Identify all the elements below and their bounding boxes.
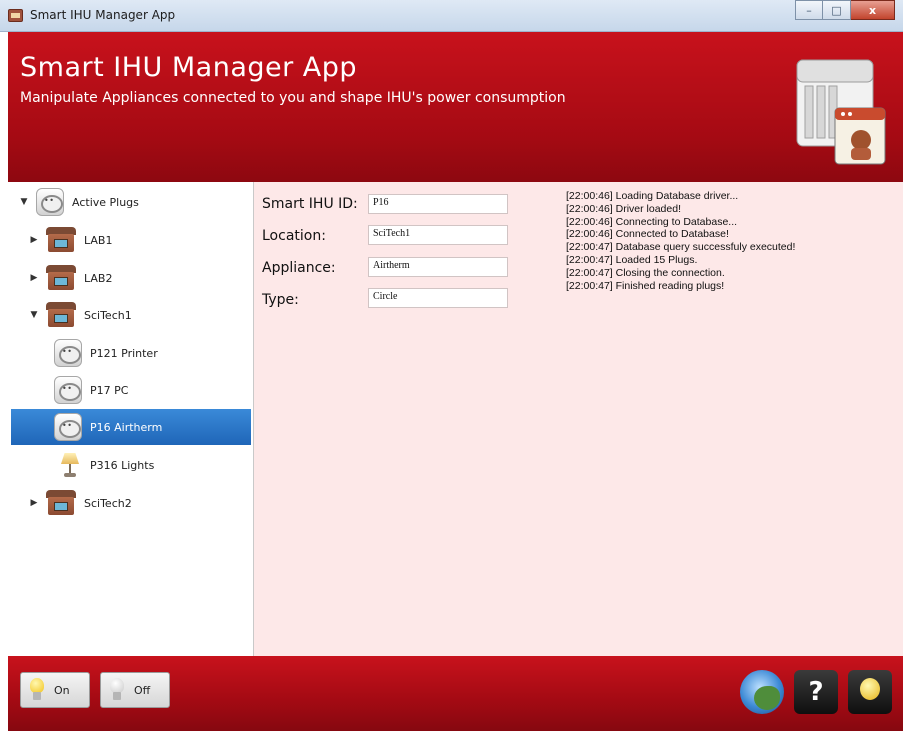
smart-ihu-id-field[interactable]: P16 [368, 194, 508, 214]
window-title: Smart IHU Manager App [30, 8, 176, 22]
tree-item-lab1[interactable]: ▶ LAB1 [28, 222, 112, 258]
log-line: [22:00:46] Driver loaded! [566, 202, 681, 215]
minimize-button[interactable]: – [795, 0, 823, 20]
building-icon [46, 490, 76, 516]
app-footer: On Off ? [8, 656, 903, 731]
building-icon [46, 302, 76, 328]
collapse-arrow-icon[interactable]: ▼ [28, 310, 40, 320]
tree-item-label: P17 PC [90, 383, 129, 397]
off-button[interactable]: Off [100, 672, 170, 708]
log-line: [22:00:47] Finished reading plugs! [566, 279, 725, 292]
tree-item-label: LAB2 [84, 271, 113, 285]
appliance-label: Appliance: [262, 260, 336, 276]
tree-item-scitech1[interactable]: ▼ SciTech1 [28, 297, 132, 333]
on-button-label: On [54, 683, 70, 697]
status-log: [22:00:46] Loading Database driver... [2… [566, 190, 896, 292]
plug-icon [54, 376, 82, 404]
tree-item-label: P316 Lights [90, 458, 155, 472]
log-line: [22:00:47] Closing the connection. [566, 266, 725, 279]
tree-item-active-plugs[interactable]: ▼ Active Plugs [18, 184, 139, 220]
app-icon [8, 9, 23, 22]
type-field[interactable]: Circle [368, 288, 508, 308]
location-field[interactable]: SciTech1 [368, 225, 508, 245]
tree-item-label: SciTech2 [84, 496, 132, 510]
expand-arrow-icon[interactable]: ▶ [28, 273, 40, 283]
bulb-on-icon [29, 678, 45, 702]
log-line: [22:00:47] Loaded 15 Plugs. [566, 253, 698, 266]
tree-item-label: LAB1 [84, 233, 113, 247]
window-titlebar: Smart IHU Manager App – □ x [0, 0, 903, 32]
type-label: Type: [262, 292, 299, 308]
maximize-button[interactable]: □ [823, 0, 851, 20]
help-icon[interactable]: ? [794, 670, 838, 714]
app-subtitle: Manipulate Appliances connected to you a… [20, 90, 566, 106]
plug-icon [54, 339, 82, 367]
expand-arrow-icon[interactable]: ▶ [28, 235, 40, 245]
window-controls: – □ x [795, 0, 895, 21]
globe-icon[interactable] [740, 670, 784, 714]
tree-item-p17-pc[interactable]: P17 PC [54, 372, 128, 408]
plug-tree: ▼ Active Plugs ▶ LAB1 ▶ LAB2 ▼ SciTech1 … [8, 182, 254, 656]
app-title: Smart IHU Manager App [20, 52, 358, 83]
log-line: [22:00:46] Connected to Database! [566, 228, 729, 241]
tree-item-label: SciTech1 [84, 308, 132, 322]
tree-item-p121-printer[interactable]: P121 Printer [54, 335, 158, 371]
details-panel: Smart IHU ID: P16 Location: SciTech1 App… [254, 182, 903, 656]
tips-lightbulb-icon[interactable] [848, 670, 892, 714]
building-icon [46, 227, 76, 253]
smart-ihu-id-label: Smart IHU ID: [262, 196, 358, 212]
app-header: Smart IHU Manager App Manipulate Applian… [8, 32, 903, 182]
tree-item-p316-lights[interactable]: P316 Lights [58, 447, 154, 483]
tree-item-scitech2[interactable]: ▶ SciTech2 [28, 485, 132, 521]
on-button[interactable]: On [20, 672, 90, 708]
plug-icon [36, 188, 64, 216]
collapse-arrow-icon[interactable]: ▼ [18, 197, 30, 207]
tree-item-label: Active Plugs [72, 195, 139, 209]
location-label: Location: [262, 228, 326, 244]
expand-arrow-icon[interactable]: ▶ [28, 498, 40, 508]
log-line: [22:00:46] Loading Database driver... [566, 190, 739, 202]
building-icon [46, 265, 76, 291]
bulb-off-icon [109, 678, 125, 702]
tree-item-lab2[interactable]: ▶ LAB2 [28, 260, 112, 296]
off-button-label: Off [134, 683, 151, 697]
appliance-field[interactable]: Airtherm [368, 257, 508, 277]
lamp-icon [58, 451, 82, 479]
log-line: [22:00:47] Database query successfuly ex… [566, 241, 796, 254]
tree-item-label: P16 Airtherm [90, 420, 163, 434]
close-button[interactable]: x [851, 0, 895, 20]
tree-item-label: P121 Printer [90, 346, 158, 360]
log-line: [22:00:46] Connecting to Database... [566, 215, 738, 228]
tree-item-p16-airtherm[interactable]: P16 Airtherm [11, 409, 251, 445]
plug-icon [54, 413, 82, 441]
app-logo-icon [796, 59, 886, 165]
